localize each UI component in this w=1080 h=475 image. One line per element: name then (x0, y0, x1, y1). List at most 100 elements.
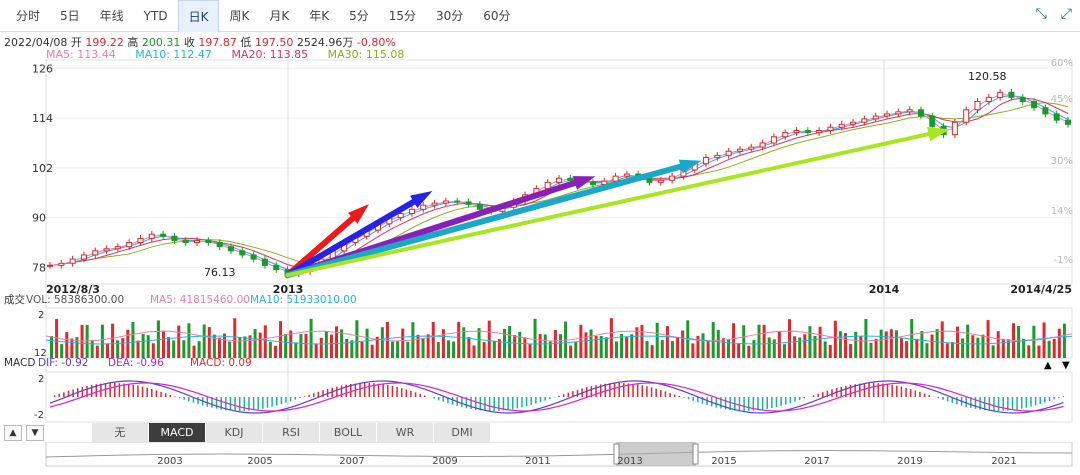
volume-bar (355, 320, 359, 358)
volume-bar (85, 324, 89, 358)
volume-bar (187, 323, 191, 358)
macd-arrow-controls: ▲ ▼ (0, 423, 44, 442)
volume-bar (391, 341, 395, 358)
candle-body (126, 242, 133, 248)
volume-bar (65, 332, 69, 358)
volume-bar (345, 338, 349, 358)
indicator-tab-6[interactable]: DMI (434, 423, 491, 442)
candle-body (951, 121, 958, 136)
indicator-tab-2[interactable]: KDJ (206, 423, 263, 442)
volume-bar (574, 342, 578, 358)
candle-body (442, 200, 449, 204)
arrow-up-button[interactable]: ▲ (4, 424, 22, 441)
macd-legend-0: MACD (4, 357, 35, 369)
volume-bar (172, 340, 176, 358)
volume-bar (905, 341, 909, 358)
candle-body (194, 239, 201, 244)
volume-bar (100, 324, 104, 358)
volume-bar (828, 344, 832, 358)
candle-body (748, 146, 755, 150)
volume-bar (920, 331, 924, 358)
volume-bar (263, 325, 267, 358)
macd-tick-0: 2 (38, 374, 44, 385)
volume-bar (105, 343, 109, 358)
volume-bar (279, 321, 283, 358)
candle-body (906, 109, 913, 113)
volume-bar (329, 334, 333, 358)
pct-tick-3: 14% (1051, 206, 1073, 217)
candle-body (929, 115, 936, 127)
volume-bar (1047, 340, 1051, 358)
candle-body (420, 204, 427, 210)
navigator-year-9: 2021 (991, 456, 1016, 467)
volume-bar (202, 324, 206, 358)
volume-bar (472, 345, 476, 358)
volume-bar (925, 343, 929, 358)
volume-bar (528, 344, 532, 358)
volume-bar (304, 334, 308, 358)
navigator-year-2: 2007 (339, 456, 364, 467)
volume-bar (869, 342, 873, 358)
candle-body (793, 130, 800, 134)
volume-bar (732, 323, 736, 358)
volume-bar (1057, 328, 1061, 358)
volume-bar (681, 330, 685, 358)
volume-bar (823, 341, 827, 358)
volume-bar (966, 324, 970, 358)
candle-body (623, 173, 630, 177)
volume-bar (879, 329, 883, 358)
volume-bar (141, 334, 145, 358)
volume-bar (782, 344, 786, 358)
candle-body (1031, 100, 1038, 109)
volume-bar (859, 336, 863, 358)
volume-bar (1001, 338, 1005, 358)
marker-down-icon: ▼ (1062, 360, 1070, 371)
candle-body (759, 142, 766, 148)
volume-bar (691, 343, 695, 358)
navigator-year-4: 2011 (525, 456, 550, 467)
indicator-tab-5[interactable]: WR (377, 423, 434, 442)
time-navigator[interactable]: 2003 2005 2007 2009 2011 2013 2015 2017 2019 2021 (0, 442, 1080, 474)
volume-bar (492, 340, 496, 358)
candle-body (69, 258, 76, 264)
volume-bar (777, 331, 781, 358)
volume-bar (645, 341, 649, 358)
macd-legend-1: DIF: -0.92 (38, 357, 88, 369)
volume-bar (146, 335, 150, 358)
volume-bar (299, 334, 303, 358)
volume-bar (457, 321, 461, 358)
candle-body (782, 132, 789, 138)
arrow-down-button[interactable]: ▼ (26, 424, 44, 441)
price-tick-2: 102 (32, 162, 53, 175)
kline-chart[interactable]: 126114102907860%45%30%14%-1%76.13120.582… (0, 0, 1080, 423)
volume-bar (650, 345, 654, 358)
candle-body (92, 250, 99, 256)
trend-arrowhead-3 (678, 159, 702, 174)
volume-bar (136, 340, 140, 358)
volume-bar (431, 321, 435, 358)
candle-body (917, 109, 924, 117)
volume-bar (95, 345, 99, 358)
volume-bar (584, 332, 588, 358)
volume-bar (324, 331, 328, 358)
macd-legend-3: MACD: 0.09 (190, 357, 252, 369)
volume-bar (182, 340, 186, 358)
indicator-tab-0[interactable]: 无 (92, 423, 149, 442)
price-tick-4: 78 (32, 261, 46, 274)
volume-bar (894, 330, 898, 358)
volume-bar (477, 328, 481, 358)
navigator-year-1: 2005 (247, 456, 272, 467)
candle-body (601, 180, 608, 185)
candle-body (465, 201, 472, 205)
candle-body (544, 181, 551, 190)
indicator-tab-1[interactable]: MACD (149, 423, 206, 442)
volume-legend-2: MA5: 41815460.00 (150, 294, 250, 306)
candle-body (963, 109, 970, 123)
volume-bar (971, 335, 975, 358)
indicator-tab-3[interactable]: RSI (263, 423, 320, 442)
volume-bar (670, 341, 674, 358)
volume-bar (793, 336, 797, 358)
candle-body (714, 154, 721, 158)
indicator-tab-4[interactable]: BOLL (320, 423, 377, 442)
volume-bar (396, 340, 400, 358)
